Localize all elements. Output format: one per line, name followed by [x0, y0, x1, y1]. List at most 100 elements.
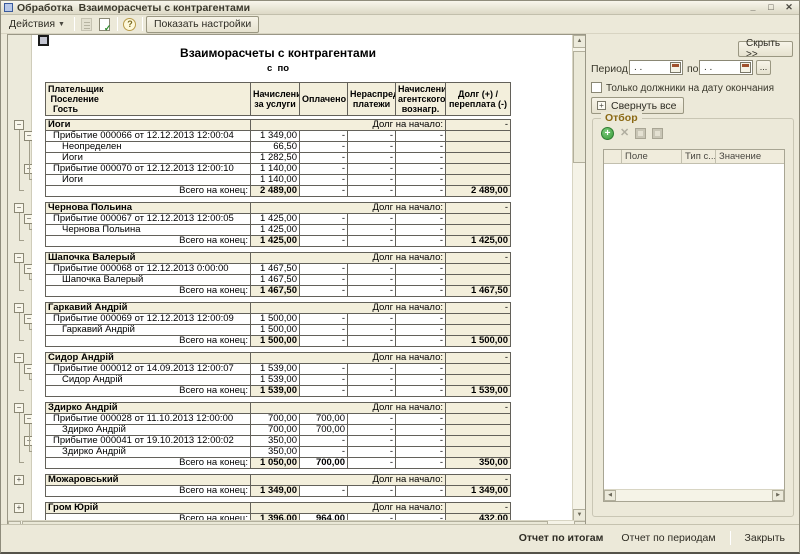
total-row: Всего на конец:1 349,00---1 349,00 [46, 486, 511, 497]
report-group: Гром ЮрійДолг на начало:-Всего на конец:… [45, 502, 511, 522]
report-group: МожаровськийДолг на начало:-Всего на кон… [45, 474, 511, 497]
hide-settings-button[interactable]: Скрыть >> [738, 41, 793, 57]
collapse-group-icon[interactable]: − [14, 120, 24, 130]
expand-group-icon[interactable]: + [14, 503, 24, 513]
detail-row: Шапочка Валерый1 467,50--- [46, 275, 511, 286]
filter-field-column: Поле [622, 150, 682, 163]
delete-filter-icon[interactable]: ✕ [620, 127, 629, 140]
report-icon[interactable] [79, 16, 95, 32]
close-button[interactable]: ✕ [783, 2, 795, 13]
collapse-group-icon[interactable]: − [14, 203, 24, 213]
group-header-row: Шапочка ВалерыйДолг на начало:- [46, 253, 511, 264]
detail-row: Йоги1 140,00--- [46, 175, 511, 186]
group-header-row: МожаровськийДолг на начало:- [46, 475, 511, 486]
report-groups: ЙогиДолг на начало:-Прибытие 000066 от 1… [45, 119, 525, 522]
detail-row: Прибытие 000041 от 19.10.2013 12:00:0235… [46, 436, 511, 447]
collapse-group-icon[interactable]: − [14, 353, 24, 363]
collapse-all-label: Свернуть все [611, 100, 677, 112]
column-header: Начисление за услуги [251, 83, 300, 116]
footer-bar: Отчет по итогам Отчет по периодам Закрыт… [1, 524, 799, 550]
section-marker[interactable] [38, 35, 49, 46]
report-area: −−−−−−−−−−−−−−++ Взаиморасчеты с контраг… [7, 34, 586, 534]
report-group: Гаркавий АндрійДолг на начало:-Прибытие … [45, 302, 511, 347]
detail-row: Прибытие 000069 от 12.12.2013 12:00:091 … [46, 314, 511, 325]
report-group: Здирко АндрійДолг на начало:-Прибытие 00… [45, 402, 511, 469]
filter-check-column [604, 150, 622, 163]
toolbar-separator [117, 17, 118, 31]
period-more-button[interactable]: ... [756, 60, 771, 75]
group-header-row: ЙогиДолг на начало:- [46, 120, 511, 131]
scroll-left-icon[interactable]: ◀ [604, 490, 616, 501]
detail-row: Йоги1 282,50--- [46, 153, 511, 164]
report-by-totals-button[interactable]: Отчет по итогам [515, 530, 608, 546]
vertical-scrollbar[interactable]: ▲ ▼ [572, 35, 585, 522]
collapse-group-icon[interactable]: − [14, 303, 24, 313]
column-header: Оплачено [300, 83, 348, 116]
show-settings-button[interactable]: Показать настройки [146, 16, 259, 33]
scroll-right-icon[interactable]: ▶ [772, 490, 784, 501]
detail-row: Сидор Андрій1 539,00--- [46, 375, 511, 386]
detail-row: Неопределен66,50--- [46, 142, 511, 153]
column-header: Плательщик Поселение Гость [46, 83, 251, 116]
total-row: Всего на конец:1 539,00---1 539,00 [46, 386, 511, 397]
toolbar: Действия ▼ ? Показать настройки [1, 15, 799, 34]
group-header-row: Здирко АндрійДолг на начало:- [46, 403, 511, 414]
actions-button[interactable]: Действия ▼ [3, 16, 71, 32]
total-row: Всего на конец:2 489,00---2 489,00 [46, 186, 511, 197]
column-header: Долг (+) / переплата (-) [446, 83, 511, 116]
filter-value-column: Значение [716, 150, 784, 163]
only-debtors-checkbox[interactable] [591, 82, 602, 93]
add-filter-icon[interactable]: + [601, 127, 614, 140]
report-group: Шапочка ВалерыйДолг на начало:-Прибытие … [45, 252, 511, 297]
grouping-margin: −−−−−−−−−−−−−−++ [8, 35, 32, 522]
collapse-all-icon: + [597, 101, 606, 110]
group-header-row: Чернова ПольинаДолг на начало:- [46, 203, 511, 214]
group-header-row: Гром ЮрійДолг на начало:- [46, 503, 511, 514]
detail-row: Гаркавий Андрій1 500,00--- [46, 325, 511, 336]
detail-row: Прибытие 000067 от 12.12.2013 12:00:051 … [46, 214, 511, 225]
collapse-group-icon[interactable]: − [14, 403, 24, 413]
filter-title: Отбор [601, 112, 642, 124]
footer-separator [730, 531, 731, 545]
save-filter-icon[interactable] [635, 128, 646, 139]
report-sheet: Взаиморасчеты с контрагентами с по Плате… [32, 35, 574, 522]
report-group: Сидор АндрійДолг на начало:-Прибытие 000… [45, 352, 511, 397]
report-period-subtitle: с по [45, 63, 511, 74]
total-row: Всего на конец:1 050,00700,00--350,00 [46, 458, 511, 469]
expand-group-icon[interactable]: + [14, 475, 24, 485]
maximize-button[interactable]: □ [765, 2, 777, 13]
actions-label: Действия [9, 18, 55, 30]
detail-row: Прибытие 000028 от 11.10.2013 12:00:0070… [46, 414, 511, 425]
minimize-button[interactable]: _ [747, 2, 759, 13]
scroll-up-icon[interactable]: ▲ [573, 35, 586, 48]
detail-row: Здирко Андрій700,00700,00-- [46, 425, 511, 436]
detail-row: Здирко Андрій350,00--- [46, 447, 511, 458]
calendar-icon[interactable] [740, 62, 751, 73]
detail-row: Чернова Польина1 425,00--- [46, 225, 511, 236]
column-header: Нераспред. платежи [348, 83, 396, 116]
vertical-scroll-thumb[interactable] [573, 51, 586, 163]
window-icon [4, 3, 13, 12]
group-header-row: Сидор АндрійДолг на начало:- [46, 353, 511, 364]
total-row: Всего на конец:1 425,00---1 425,00 [46, 236, 511, 247]
close-form-button[interactable]: Закрыть [741, 530, 789, 546]
collapse-group-icon[interactable]: − [14, 253, 24, 263]
chevron-down-icon: ▼ [58, 21, 65, 28]
window-title: Обработка Взаиморасчеты с контрагентами [17, 2, 250, 14]
toolbar-separator [74, 17, 75, 31]
export-report-icon[interactable] [97, 16, 113, 32]
report-header-row: Плательщик Поселение ГостьНачисление за … [45, 82, 511, 116]
filter-compare-column: Тип с... [682, 150, 716, 163]
filter-list: Поле Тип с... Значение ◀ ▶ [603, 149, 785, 502]
app-window: Обработка Взаиморасчеты с контрагентами … [0, 0, 800, 554]
report-by-periods-button[interactable]: Отчет по периодам [617, 530, 719, 546]
title-bar: Обработка Взаиморасчеты с контрагентами … [1, 1, 799, 15]
calendar-icon[interactable] [670, 62, 681, 73]
filter-list-header: Поле Тип с... Значение [604, 150, 784, 164]
report-group: ЙогиДолг на начало:-Прибытие 000066 от 1… [45, 119, 511, 197]
only-debtors-label: Только должники на дату окончания [606, 83, 774, 94]
load-filter-icon[interactable] [652, 128, 663, 139]
detail-row: Прибытие 000070 от 12.12.2013 12:00:101 … [46, 164, 511, 175]
help-icon[interactable]: ? [122, 16, 138, 32]
filter-horizontal-scrollbar[interactable]: ◀ ▶ [604, 489, 784, 501]
